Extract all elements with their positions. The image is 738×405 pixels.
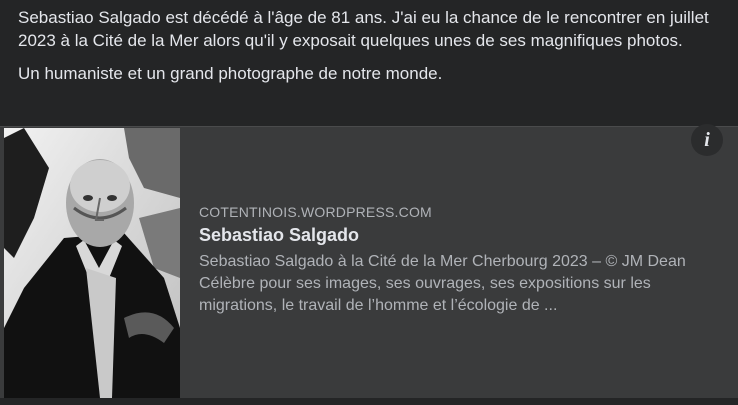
info-icon: i bbox=[704, 128, 710, 151]
post-paragraph-2: Un humaniste et un grand photographe de … bbox=[18, 64, 443, 83]
post-text: Sebastiao Salgado est décédé à l'âge de … bbox=[18, 6, 728, 85]
link-preview-card[interactable]: COTENTINOIS.WORDPRESS.COM Sebastiao Salg… bbox=[0, 124, 738, 399]
post-footer-divider bbox=[0, 398, 738, 405]
portrait-photo bbox=[4, 128, 180, 398]
link-description: Sebastiao Salgado à la Cité de la Mer Ch… bbox=[199, 253, 686, 314]
post-paragraph-1: Sebastiao Salgado est décédé à l'âge de … bbox=[18, 8, 709, 50]
link-thumbnail[interactable] bbox=[4, 128, 180, 398]
info-button[interactable]: i bbox=[691, 124, 723, 156]
link-title[interactable]: Sebastiao Salgado bbox=[199, 225, 719, 246]
link-domain: COTENTINOIS.WORDPRESS.COM bbox=[199, 204, 432, 220]
link-meta[interactable]: COTENTINOIS.WORDPRESS.COM Sebastiao Salg… bbox=[199, 204, 719, 317]
